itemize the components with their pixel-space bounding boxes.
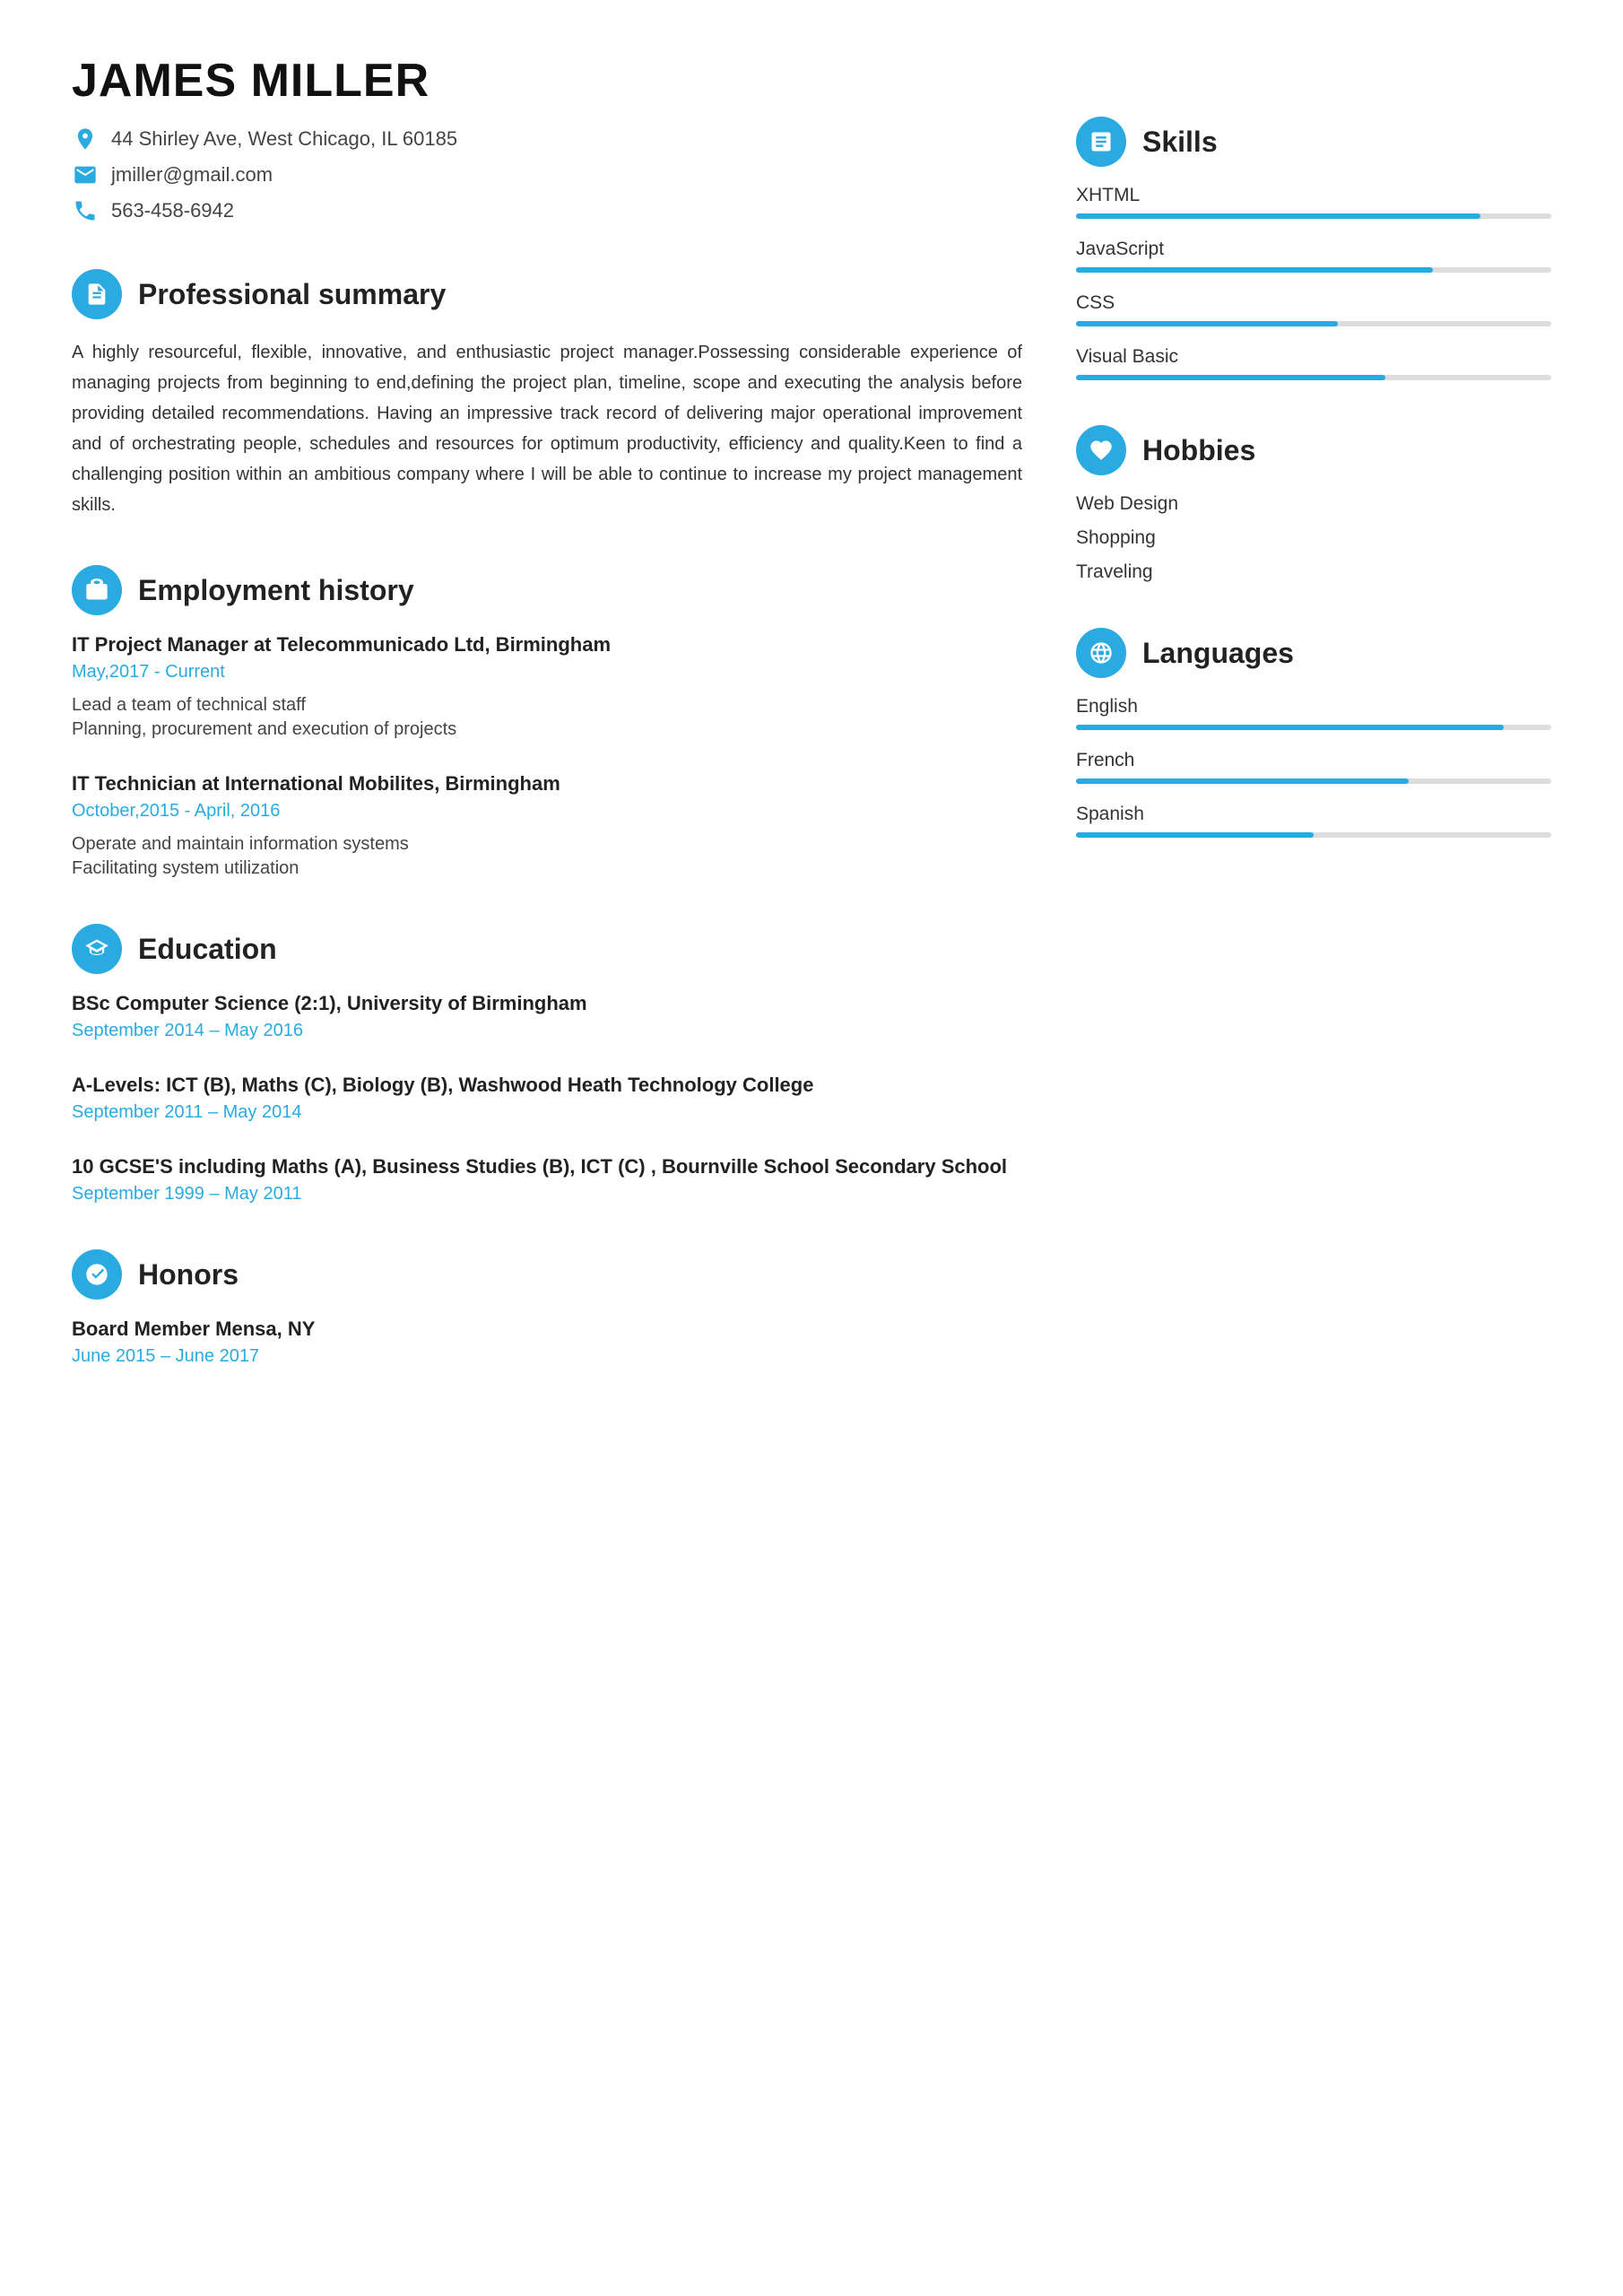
language-english: English <box>1076 696 1551 730</box>
job-1-bullet-1: Lead a team of technical staff <box>72 695 1022 716</box>
languages-title: Languages <box>1142 637 1294 670</box>
language-spanish-name: Spanish <box>1076 804 1551 825</box>
language-spanish: Spanish <box>1076 804 1551 838</box>
summary-header: Professional summary <box>72 269 1022 319</box>
email-icon <box>72 161 99 188</box>
summary-title: Professional summary <box>138 278 446 311</box>
skill-vb-bar-fill <box>1076 375 1385 380</box>
employment-section: Employment history IT Project Manager at… <box>72 565 1022 879</box>
language-french: French <box>1076 750 1551 784</box>
hobby-1: Web Design <box>1076 493 1551 515</box>
skill-vb: Visual Basic <box>1076 346 1551 380</box>
edu-1: BSc Computer Science (2:1), University o… <box>72 992 1022 1041</box>
hobbies-title: Hobbies <box>1142 434 1255 467</box>
employment-icon <box>72 565 122 615</box>
address-text: 44 Shirley Ave, West Chicago, IL 60185 <box>111 127 457 151</box>
email-item: jmiller@gmail.com <box>72 161 1022 188</box>
languages-header: Languages <box>1076 628 1551 678</box>
skill-js-bar-fill <box>1076 267 1433 273</box>
languages-icon <box>1076 628 1126 678</box>
header: JAMES MILLER 44 Shirley Ave, West Chicag… <box>72 54 1022 224</box>
edu-3: 10 GCSE'S including Maths (A), Business … <box>72 1155 1022 1205</box>
edu-3-date: September 1999 – May 2011 <box>72 1184 1022 1205</box>
summary-text: A highly resourceful, flexible, innovati… <box>72 337 1022 520</box>
right-column: Skills XHTML JavaScript CSS <box>1076 54 1551 1367</box>
language-english-bar-bg <box>1076 725 1551 730</box>
education-header: Education <box>72 924 1022 974</box>
skill-js-name: JavaScript <box>1076 239 1551 260</box>
skill-js-bar-bg <box>1076 267 1551 273</box>
resume-container: JAMES MILLER 44 Shirley Ave, West Chicag… <box>72 54 1551 1367</box>
skills-section: Skills XHTML JavaScript CSS <box>1076 117 1551 380</box>
job-2-title: IT Technician at International Mobilites… <box>72 772 1022 796</box>
job-1-bullet-2: Planning, procurement and execution of p… <box>72 719 1022 740</box>
honors-section: Honors Board Member Mensa, NY June 2015 … <box>72 1249 1022 1367</box>
job-2-bullet-2: Facilitating system utilization <box>72 858 1022 879</box>
language-french-bar-fill <box>1076 778 1409 784</box>
skill-css-name: CSS <box>1076 292 1551 314</box>
skill-css-bar-fill <box>1076 321 1338 326</box>
language-spanish-bar-fill <box>1076 832 1314 838</box>
address-item: 44 Shirley Ave, West Chicago, IL 60185 <box>72 126 1022 152</box>
skills-icon <box>1076 117 1126 167</box>
skill-xhtml-bar-fill <box>1076 213 1480 219</box>
skill-css: CSS <box>1076 292 1551 326</box>
hobbies-section: Hobbies Web Design Shopping Traveling <box>1076 425 1551 583</box>
candidate-name: JAMES MILLER <box>72 54 1022 108</box>
job-2-bullet-1: Operate and maintain information systems <box>72 834 1022 855</box>
skill-xhtml: XHTML <box>1076 185 1551 219</box>
education-title: Education <box>138 933 277 966</box>
honors-title: Honors <box>138 1258 239 1292</box>
job-2: IT Technician at International Mobilites… <box>72 772 1022 879</box>
hobby-2: Shopping <box>1076 527 1551 549</box>
job-1-title: IT Project Manager at Telecommunicado Lt… <box>72 633 1022 657</box>
language-spanish-bar-bg <box>1076 832 1551 838</box>
skill-vb-bar-bg <box>1076 375 1551 380</box>
honors-header: Honors <box>72 1249 1022 1300</box>
language-english-bar-fill <box>1076 725 1504 730</box>
location-icon <box>72 126 99 152</box>
job-1-date: May,2017 - Current <box>72 662 1022 683</box>
email-text: jmiller@gmail.com <box>111 163 273 187</box>
hobbies-header: Hobbies <box>1076 425 1551 475</box>
education-section: Education BSc Computer Science (2:1), Un… <box>72 924 1022 1205</box>
skill-xhtml-name: XHTML <box>1076 185 1551 206</box>
summary-section: Professional summary A highly resourcefu… <box>72 269 1022 520</box>
employment-header: Employment history <box>72 565 1022 615</box>
job-1: IT Project Manager at Telecommunicado Lt… <box>72 633 1022 740</box>
skill-css-bar-bg <box>1076 321 1551 326</box>
job-2-date: October,2015 - April, 2016 <box>72 801 1022 822</box>
honor-1-date: June 2015 – June 2017 <box>72 1346 1022 1367</box>
edu-2-date: September 2011 – May 2014 <box>72 1102 1022 1123</box>
language-french-name: French <box>1076 750 1551 771</box>
hobby-3: Traveling <box>1076 561 1551 583</box>
left-column: JAMES MILLER 44 Shirley Ave, West Chicag… <box>72 54 1022 1367</box>
skill-xhtml-bar-bg <box>1076 213 1551 219</box>
skill-js: JavaScript <box>1076 239 1551 273</box>
skills-title: Skills <box>1142 126 1218 159</box>
languages-section: Languages English French Spanish <box>1076 628 1551 838</box>
summary-icon <box>72 269 122 319</box>
edu-1-date: September 2014 – May 2016 <box>72 1021 1022 1041</box>
language-english-name: English <box>1076 696 1551 718</box>
skills-header: Skills <box>1076 117 1551 167</box>
edu-3-title: 10 GCSE'S including Maths (A), Business … <box>72 1155 1022 1178</box>
edu-1-title: BSc Computer Science (2:1), University o… <box>72 992 1022 1015</box>
honor-1-title: Board Member Mensa, NY <box>72 1318 1022 1341</box>
edu-2-title: A-Levels: ICT (B), Maths (C), Biology (B… <box>72 1074 1022 1097</box>
phone-item: 563-458-6942 <box>72 197 1022 224</box>
skill-vb-name: Visual Basic <box>1076 346 1551 368</box>
honors-icon <box>72 1249 122 1300</box>
employment-title: Employment history <box>138 574 414 607</box>
phone-text: 563-458-6942 <box>111 199 234 222</box>
education-icon <box>72 924 122 974</box>
honor-1: Board Member Mensa, NY June 2015 – June … <box>72 1318 1022 1367</box>
language-french-bar-bg <box>1076 778 1551 784</box>
hobbies-icon <box>1076 425 1126 475</box>
phone-icon <box>72 197 99 224</box>
edu-2: A-Levels: ICT (B), Maths (C), Biology (B… <box>72 1074 1022 1123</box>
